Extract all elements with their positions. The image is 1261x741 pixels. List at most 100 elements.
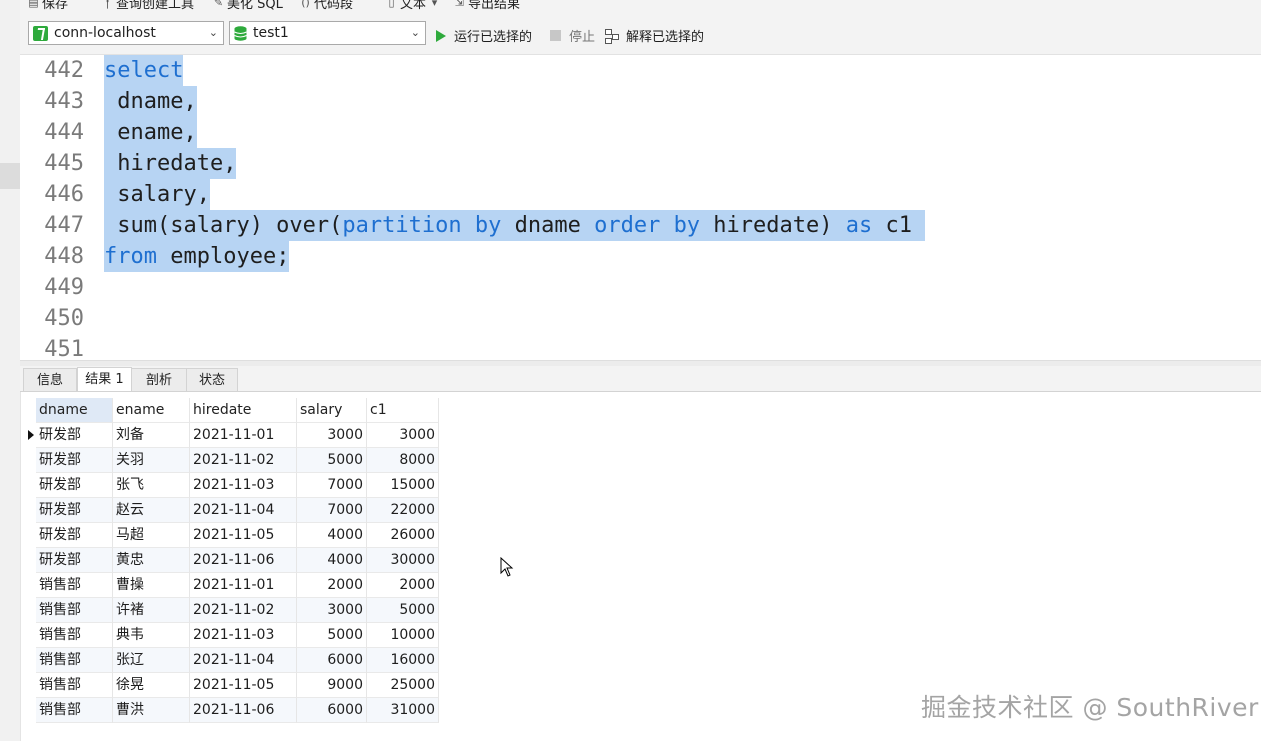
table-cell[interactable]: 2021-11-04 — [190, 648, 297, 673]
table-cell[interactable]: 9000 — [297, 673, 367, 698]
row-selector[interactable] — [24, 598, 36, 623]
table-cell[interactable]: 3000 — [297, 423, 367, 448]
table-cell[interactable]: 3000 — [367, 423, 439, 448]
table-cell[interactable]: 5000 — [297, 448, 367, 473]
row-selector[interactable] — [24, 573, 36, 598]
table-cell[interactable]: 销售部 — [36, 698, 113, 723]
database-icon — [234, 25, 247, 41]
table-cell[interactable]: 研发部 — [36, 523, 113, 548]
table-cell[interactable]: 研发部 — [36, 473, 113, 498]
table-cell[interactable]: 赵云 — [113, 498, 190, 523]
row-selector[interactable] — [24, 423, 36, 448]
table-cell[interactable]: 3000 — [297, 598, 367, 623]
table-cell[interactable]: 26000 — [367, 523, 439, 548]
table-cell[interactable]: 5000 — [297, 623, 367, 648]
row-selector[interactable] — [24, 448, 36, 473]
table-cell[interactable]: 2021-11-01 — [190, 423, 297, 448]
result-tab[interactable]: 状态 — [186, 368, 238, 391]
table-cell[interactable]: 销售部 — [36, 648, 113, 673]
table-cell[interactable]: 曹洪 — [113, 698, 190, 723]
row-selector[interactable] — [24, 648, 36, 673]
result-tab[interactable]: 剖析 — [131, 368, 187, 391]
result-tab[interactable]: 信息 — [23, 368, 77, 391]
table-cell[interactable]: 2021-11-03 — [190, 623, 297, 648]
row-selector[interactable] — [24, 623, 36, 648]
table-cell[interactable]: 30000 — [367, 548, 439, 573]
text-label: 文本 — [400, 0, 427, 12]
database-select[interactable]: test1 ⌄ — [229, 21, 426, 45]
table-cell[interactable]: 2021-11-02 — [190, 448, 297, 473]
table-cell[interactable]: 2021-11-04 — [190, 498, 297, 523]
table-cell[interactable]: 2021-11-06 — [190, 548, 297, 573]
export-icon: ⇲ — [454, 0, 465, 9]
beautify-sql-button[interactable]: ✎ 美化 SQL — [213, 0, 283, 12]
table-cell[interactable]: 4000 — [297, 523, 367, 548]
row-selector[interactable] — [24, 498, 36, 523]
row-selector[interactable] — [24, 698, 36, 723]
table-cell[interactable]: 2000 — [367, 573, 439, 598]
row-selector[interactable] — [24, 523, 36, 548]
explain-selected-button[interactable]: 解释已选择的 — [605, 26, 704, 45]
table-cell[interactable]: 马超 — [113, 523, 190, 548]
table-cell[interactable]: 2021-11-05 — [190, 673, 297, 698]
table-cell[interactable]: 22000 — [367, 498, 439, 523]
run-selected-button[interactable]: 运行已选择的 — [436, 26, 532, 45]
table-cell[interactable]: 2021-11-02 — [190, 598, 297, 623]
table-cell[interactable]: 销售部 — [36, 573, 113, 598]
table-cell[interactable]: 研发部 — [36, 423, 113, 448]
text-button[interactable]: ▯ 文本 ▾ — [386, 0, 440, 12]
table-cell[interactable]: 5000 — [367, 598, 439, 623]
table-cell[interactable]: 2021-11-01 — [190, 573, 297, 598]
save-button[interactable]: ▤ 保存 — [28, 0, 68, 12]
table-cell[interactable]: 许褚 — [113, 598, 190, 623]
table-cell[interactable]: 8000 — [367, 448, 439, 473]
table-cell[interactable]: 研发部 — [36, 498, 113, 523]
column-header[interactable]: ename — [113, 398, 190, 423]
table-cell[interactable]: 4000 — [297, 548, 367, 573]
left-gutter-strip — [0, 0, 21, 741]
table-cell[interactable]: 研发部 — [36, 448, 113, 473]
query-builder-button[interactable]: ╿ 查询创建工具 — [102, 0, 194, 12]
sql-editor[interactable]: 442 select 443 dname, 444 ename, 445 hiredat… — [20, 55, 1261, 360]
row-selector[interactable] — [24, 673, 36, 698]
table-cell[interactable]: 6000 — [297, 648, 367, 673]
table-cell[interactable]: 6000 — [297, 698, 367, 723]
table-cell[interactable]: 销售部 — [36, 673, 113, 698]
table-cell[interactable]: 徐晃 — [113, 673, 190, 698]
table-cell[interactable]: 7000 — [297, 498, 367, 523]
stop-button[interactable]: 停止 — [550, 26, 595, 45]
column-header[interactable]: hiredate — [190, 398, 297, 423]
query-builder-icon: ╿ — [104, 0, 111, 9]
column-header[interactable]: salary — [297, 398, 367, 423]
result-tab[interactable]: 结果 1 — [77, 367, 132, 391]
save-label: 保存 — [42, 0, 69, 12]
column-header[interactable]: c1 — [367, 398, 439, 423]
table-cell[interactable]: 黄忠 — [113, 548, 190, 573]
row-selector[interactable] — [24, 473, 36, 498]
table-cell[interactable]: 7000 — [297, 473, 367, 498]
row-selector[interactable] — [24, 548, 36, 573]
table-cell[interactable]: 销售部 — [36, 623, 113, 648]
table-cell[interactable]: 2000 — [297, 573, 367, 598]
table-cell[interactable]: 研发部 — [36, 548, 113, 573]
table-cell[interactable]: 刘备 — [113, 423, 190, 448]
watermark: 掘金技术社区 @ SouthRiver — [921, 693, 1259, 722]
table-cell[interactable]: 31000 — [367, 698, 439, 723]
table-cell[interactable]: 2021-11-05 — [190, 523, 297, 548]
table-cell[interactable]: 典韦 — [113, 623, 190, 648]
table-cell[interactable]: 曹操 — [113, 573, 190, 598]
table-cell[interactable]: 关羽 — [113, 448, 190, 473]
table-cell[interactable]: 2021-11-03 — [190, 473, 297, 498]
table-cell[interactable]: 2021-11-06 — [190, 698, 297, 723]
connection-select[interactable]: conn-localhost ⌄ — [28, 21, 224, 45]
table-cell[interactable]: 张飞 — [113, 473, 190, 498]
table-cell[interactable]: 张辽 — [113, 648, 190, 673]
table-cell[interactable]: 15000 — [367, 473, 439, 498]
table-cell[interactable]: 10000 — [367, 623, 439, 648]
code-snippet-button[interactable]: () 代码段 — [300, 0, 353, 12]
column-header[interactable]: dname — [36, 398, 113, 423]
export-result-button[interactable]: ⇲ 导出结果 — [454, 0, 520, 12]
table-cell[interactable]: 销售部 — [36, 598, 113, 623]
table-cell[interactable]: 25000 — [367, 673, 439, 698]
table-cell[interactable]: 16000 — [367, 648, 439, 673]
